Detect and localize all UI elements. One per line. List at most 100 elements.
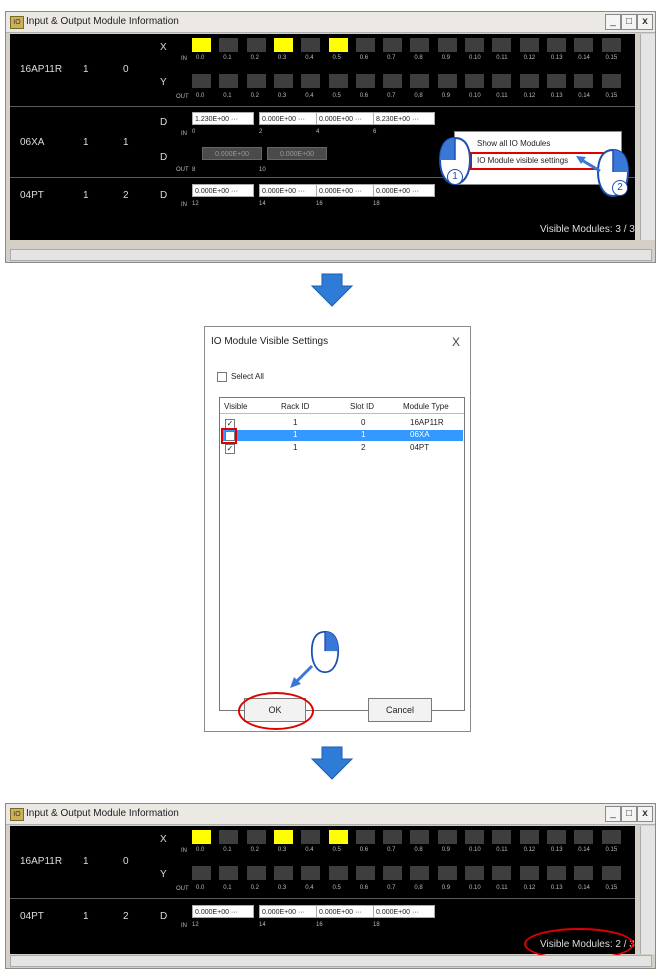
d-address: 14 [259,922,266,928]
maximize-icon[interactable]: □ [621,14,637,30]
y-output-led [574,866,594,880]
y-output-led [437,74,457,88]
maximize-icon[interactable]: □ [621,806,637,822]
x-address-label: 0.9 [441,55,451,61]
menu-item-show-all[interactable]: Show all IO Modules [477,139,550,148]
module-name: 16AP11R [20,64,63,75]
d-value-box[interactable]: 0.000E+00 ··· [192,905,254,918]
close-icon[interactable]: x [637,14,653,30]
horizontal-scrollbar[interactable] [10,249,652,261]
x-address-label: 0.8 [414,847,423,853]
x-input-led [273,38,293,52]
in-tag: IN [181,848,187,854]
x-address-label: 0.4 [305,847,314,853]
io-module-window-bottom: IO Input & Output Module Information _ □… [5,803,656,969]
x-address-label: 0.3 [277,55,287,61]
vertical-scrollbar[interactable] [640,826,655,954]
d-value-box[interactable]: 0.000E+00 ··· [259,905,321,918]
d-value-box[interactable]: 0.000E+00 ··· [373,184,435,197]
window-title: Input & Output Module Information [26,808,179,819]
list-row-selected[interactable]: 1 1 06XA [221,430,463,441]
d-value-box[interactable]: 0.000E+00 ··· [192,184,254,197]
module-row-16ap11r[interactable]: 16AP11R 1 0 X Y IN OUT 0.0 0.0 0.1 0.1 0.2 0.… [10,34,635,107]
x-address-label: 0.7 [387,847,396,853]
x-input-led [328,830,348,844]
d-output-box[interactable]: 0.000E+00 [267,147,327,160]
d-value-box[interactable]: 0.000E+00 ··· [259,112,321,125]
visible-checkbox[interactable]: ✓ [225,444,235,454]
y-address-label: 0.9 [441,885,451,891]
window-titlebar: IO Input & Output Module Information _ □… [6,12,655,33]
y-address-label: 0.6 [359,93,369,99]
y-output-led [601,74,621,88]
x-tag: X [160,42,167,53]
cancel-button[interactable]: Cancel [368,698,432,722]
slot-id: 2 [123,911,129,922]
d-address: 10 [259,167,266,173]
minimize-icon[interactable]: _ [605,14,621,30]
col-module-type[interactable]: Module Type [403,402,449,411]
x-address-label: 0.6 [359,55,369,61]
list-row[interactable]: ✓ 1 0 16AP11R [221,418,463,429]
col-visible[interactable]: Visible [224,402,247,411]
ok-highlight [238,692,314,730]
x-input-led [437,830,457,844]
module-row-04pt[interactable]: 04PT 1 2 D IN 0.000E+00 ··· 0.000E+00 ··… [10,899,635,935]
x-input-led [574,38,594,52]
x-input-led [301,38,321,52]
y-tag: Y [160,869,167,880]
in-tag: IN [181,202,187,208]
y-address-label: 0.7 [387,885,396,891]
d-address: 12 [192,922,199,928]
y-address-label: 0.7 [387,93,396,99]
y-output-led [546,866,566,880]
d-value-box[interactable]: 1.230E+00 ··· [192,112,254,125]
y-output-led [246,866,266,880]
y-output-led [410,74,430,88]
minimize-icon[interactable]: _ [605,806,621,822]
x-input-led [410,830,430,844]
x-input-led [492,38,512,52]
y-output-led [328,866,348,880]
x-address-label: 0.5 [332,847,341,853]
x-address-label: 0.15 [605,847,618,853]
horizontal-scrollbar[interactable] [10,955,652,967]
rack-id: 1 [293,430,298,439]
vertical-scrollbar[interactable] [640,34,655,240]
in-tag: IN [181,131,187,137]
y-address-label: 0.0 [196,885,205,891]
dialog-close-icon[interactable]: X [452,335,460,349]
d-output-box[interactable]: 0.000E+00 [202,147,262,160]
y-output-led [301,74,321,88]
out-tag: OUT [176,886,189,892]
in-tag: IN [181,923,187,929]
x-input-led [546,830,566,844]
y-address-label: 0.15 [605,885,618,891]
col-rack-id[interactable]: Rack ID [281,402,309,411]
rack-id: 1 [293,418,298,427]
close-icon[interactable]: x [637,806,653,822]
module-row-16ap11r[interactable]: 16AP11R 1 0 X Y IN OUT 0.0 0.0 0.1 0.1 0.2 0.… [10,826,635,899]
d-value-box[interactable]: 0.000E+00 ··· [316,112,378,125]
x-address-label: 0.10 [469,55,481,61]
d-value-box[interactable]: 0.000E+00 ··· [316,905,378,918]
rack-id: 1 [83,856,89,867]
d-value-box[interactable]: 0.000E+00 ··· [259,184,321,197]
d-address: 18 [373,922,380,928]
d-value-box[interactable]: 8.230E+00 ··· [373,112,435,125]
x-input-led [519,38,539,52]
y-address-label: 0.3 [277,885,287,891]
select-all-checkbox[interactable] [217,372,227,382]
slot-id: 2 [361,443,366,452]
list-row[interactable]: ✓ 1 2 04PT [221,443,463,454]
d-value-box[interactable]: 0.000E+00 ··· [316,184,378,197]
y-address-label: 0.1 [223,885,232,891]
module-type: 04PT [410,443,430,452]
x-input-led [355,830,375,844]
d-tag-in: D [160,117,168,128]
x-address-label: 0.13 [550,847,563,853]
y-output-led [355,74,375,88]
y-address-label: 0.11 [496,93,508,99]
d-value-box[interactable]: 0.000E+00 ··· [373,905,435,918]
col-slot-id[interactable]: Slot ID [350,402,374,411]
